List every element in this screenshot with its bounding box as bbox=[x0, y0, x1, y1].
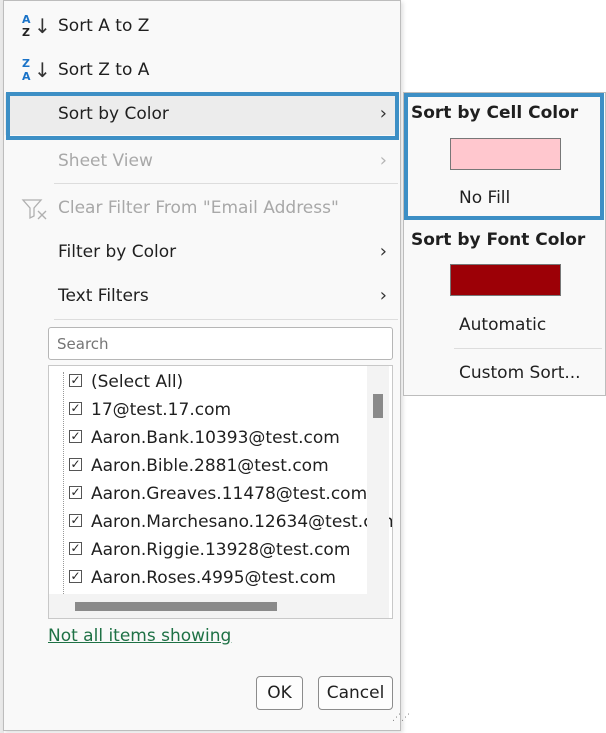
list-item-label: Aaron.Bible.2881@test.com bbox=[91, 456, 329, 476]
menu-item-label: Text Filters bbox=[58, 286, 149, 306]
sort-icon-bottom-letter: Z bbox=[22, 26, 30, 39]
checkbox[interactable]: ✓ bbox=[69, 486, 82, 499]
sort-icon-bottom-letter: A bbox=[22, 70, 31, 83]
menu-item-filter-by-color[interactable]: Filter by Color › bbox=[5, 231, 399, 273]
list-item-label: Aaron.Greaves.11478@test.com bbox=[91, 484, 368, 504]
down-arrow-icon: ↓ bbox=[34, 14, 51, 38]
list-item-label: Aaron.Marchesano.12634@test.com bbox=[91, 512, 393, 532]
checkbox[interactable]: ✓ bbox=[69, 458, 82, 471]
menu-item-sort-z-to-a[interactable]: Z A ↓ Sort Z to A bbox=[5, 49, 399, 91]
font-color-heading: Sort by Font Color bbox=[411, 230, 586, 250]
menu-item-clear-filter: Clear Filter From "Email Address" bbox=[5, 187, 399, 229]
automatic-option[interactable]: Automatic bbox=[459, 315, 546, 335]
down-arrow-icon: ↓ bbox=[34, 58, 51, 82]
custom-sort-option[interactable]: Custom Sort... bbox=[459, 363, 581, 383]
list-item-label: Aaron.Riggie.13928@test.com bbox=[91, 540, 351, 560]
menu-item-label: Sheet View bbox=[58, 151, 153, 171]
checkbox[interactable]: ✓ bbox=[69, 570, 82, 583]
vertical-scrollbar[interactable] bbox=[367, 366, 389, 594]
list-item-label: Aaron.Roses.4995@test.com bbox=[91, 568, 336, 588]
vertical-scrollbar-thumb[interactable] bbox=[373, 394, 383, 418]
checkbox[interactable]: ✓ bbox=[69, 430, 82, 443]
ok-button[interactable]: OK bbox=[256, 676, 303, 710]
menu-divider bbox=[54, 319, 398, 320]
chevron-right-icon: › bbox=[379, 241, 387, 262]
chevron-right-icon: › bbox=[379, 150, 387, 171]
checkbox[interactable]: ✓ bbox=[69, 374, 82, 387]
list-item-label: Aaron.Bank.10393@test.com bbox=[91, 428, 340, 448]
font-color-swatch[interactable] bbox=[450, 264, 561, 296]
menu-item-sort-a-to-z[interactable]: A Z ↓ Sort A to Z bbox=[5, 5, 399, 47]
sort-descending-icon: Z A ↓ bbox=[21, 57, 51, 84]
menu-item-sheet-view: Sheet View › bbox=[5, 140, 399, 182]
submenu-divider bbox=[454, 348, 602, 349]
checkbox[interactable]: ✓ bbox=[69, 402, 82, 415]
no-fill-option[interactable]: No Fill bbox=[459, 188, 510, 208]
sort-icon-top-letter: Z bbox=[22, 57, 30, 70]
chevron-right-icon: › bbox=[379, 285, 387, 306]
horizontal-scrollbar-thumb[interactable] bbox=[75, 602, 277, 611]
list-item-label: (Select All) bbox=[91, 372, 184, 392]
cancel-button[interactable]: Cancel bbox=[318, 676, 393, 710]
resize-grip-icon[interactable]: ⋰⋰ bbox=[392, 714, 410, 727]
cell-color-heading: Sort by Cell Color bbox=[411, 103, 579, 123]
checkbox[interactable]: ✓ bbox=[69, 514, 82, 527]
checkbox[interactable]: ✓ bbox=[69, 542, 82, 555]
list-item-label: 17@test.17.com bbox=[91, 400, 232, 420]
sort-ascending-icon: A Z ↓ bbox=[21, 13, 51, 40]
tree-guide-line bbox=[63, 372, 64, 594]
sort-by-color-submenu: Sort by Cell Color No Fill Sort by Font … bbox=[403, 92, 606, 396]
search-input[interactable] bbox=[48, 327, 393, 360]
highlight-sort-by-color bbox=[6, 92, 399, 140]
cell-color-swatch[interactable] bbox=[450, 138, 561, 170]
not-all-items-showing-link[interactable]: Not all items showing bbox=[48, 626, 231, 646]
menu-item-label: Filter by Color bbox=[58, 242, 177, 262]
menu-item-text-filters[interactable]: Text Filters › bbox=[5, 275, 399, 317]
menu-divider bbox=[54, 183, 398, 184]
menu-item-label: Clear Filter From "Email Address" bbox=[58, 198, 339, 218]
menu-item-label: Sort Z to A bbox=[58, 60, 150, 80]
horizontal-scrollbar[interactable] bbox=[49, 594, 389, 618]
clear-filter-icon bbox=[21, 199, 47, 220]
menu-item-label: Sort A to Z bbox=[58, 16, 150, 36]
sort-icon-top-letter: A bbox=[22, 13, 31, 26]
value-checklist: ✓ (Select All) ✓ 17@test.17.com ✓ Aaron.… bbox=[48, 365, 393, 619]
